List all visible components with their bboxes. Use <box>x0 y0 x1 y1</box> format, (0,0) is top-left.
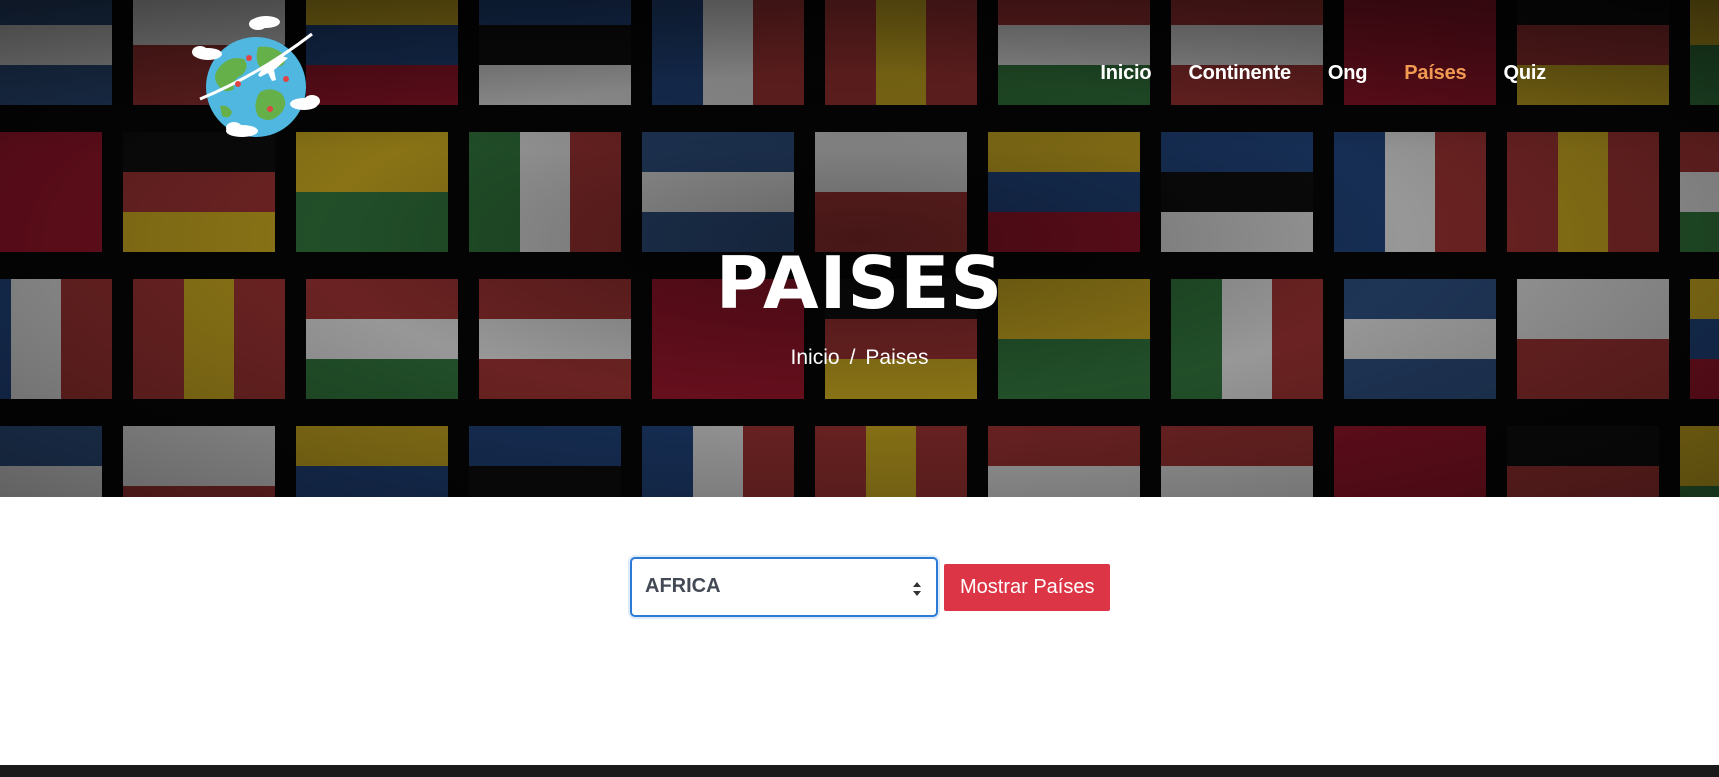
flag-tile <box>1171 0 1323 105</box>
flag-tile <box>296 132 448 252</box>
breadcrumb-separator: / <box>849 346 856 369</box>
flag-tile <box>469 426 621 497</box>
flag-tile <box>642 426 794 497</box>
updown-arrows-icon <box>913 582 921 596</box>
flag-tile <box>1680 132 1719 252</box>
flag-tile <box>988 132 1140 252</box>
hero-banner: Inicio Continente Ong Países Quiz PAISES… <box>0 0 1719 497</box>
flag-tile <box>1334 132 1486 252</box>
flag-tile <box>988 426 1140 497</box>
flag-tile <box>123 132 275 252</box>
flag-tile <box>0 132 102 252</box>
breadcrumb-home-link[interactable]: Inicio <box>791 346 840 369</box>
flag-tile <box>1344 0 1496 105</box>
flag-tile <box>0 426 102 497</box>
main-nav: Inicio Continente Ong Países Quiz <box>1063 62 1546 85</box>
flag-tile <box>0 0 112 105</box>
flag-tile <box>123 426 275 497</box>
nav-item-paises[interactable]: Países <box>1404 62 1466 85</box>
flag-tile <box>815 426 967 497</box>
flag-tile <box>469 132 621 252</box>
breadcrumb-current: Paises <box>865 346 929 369</box>
flag-tile <box>479 0 631 105</box>
flag-tile <box>642 132 794 252</box>
breadcrumb: Inicio / Paises <box>0 346 1719 370</box>
show-countries-button[interactable]: Mostrar Países <box>944 563 1111 611</box>
country-filter-form: AFRICA Mostrar Países <box>630 557 1111 617</box>
flag-tile <box>1690 0 1719 105</box>
flag-tile <box>1517 0 1669 105</box>
flag-tile <box>1334 426 1486 497</box>
globe-airplane-logo-icon <box>192 16 320 137</box>
flag-tile <box>1507 132 1659 252</box>
nav-item-inicio[interactable]: Inicio <box>1100 62 1151 85</box>
flag-tile <box>825 0 977 105</box>
flag-tile <box>296 426 448 497</box>
page-title: PAISES <box>715 241 1004 325</box>
flag-tile <box>652 0 804 105</box>
continent-select-value: AFRICA <box>645 575 721 597</box>
nav-item-continente[interactable]: Continente <box>1188 62 1291 85</box>
nav-item-ong[interactable]: Ong <box>1328 62 1368 85</box>
flag-tile <box>998 0 1150 105</box>
flag-tile <box>1161 132 1313 252</box>
nav-item-quiz[interactable]: Quiz <box>1503 62 1546 85</box>
flag-tile <box>1161 426 1313 497</box>
flag-tile <box>1680 426 1719 497</box>
site-logo[interactable] <box>190 14 330 140</box>
continent-select[interactable]: AFRICA <box>630 557 938 617</box>
footer-bar <box>0 765 1719 777</box>
flag-tile <box>815 132 967 252</box>
flag-tile <box>1507 426 1659 497</box>
